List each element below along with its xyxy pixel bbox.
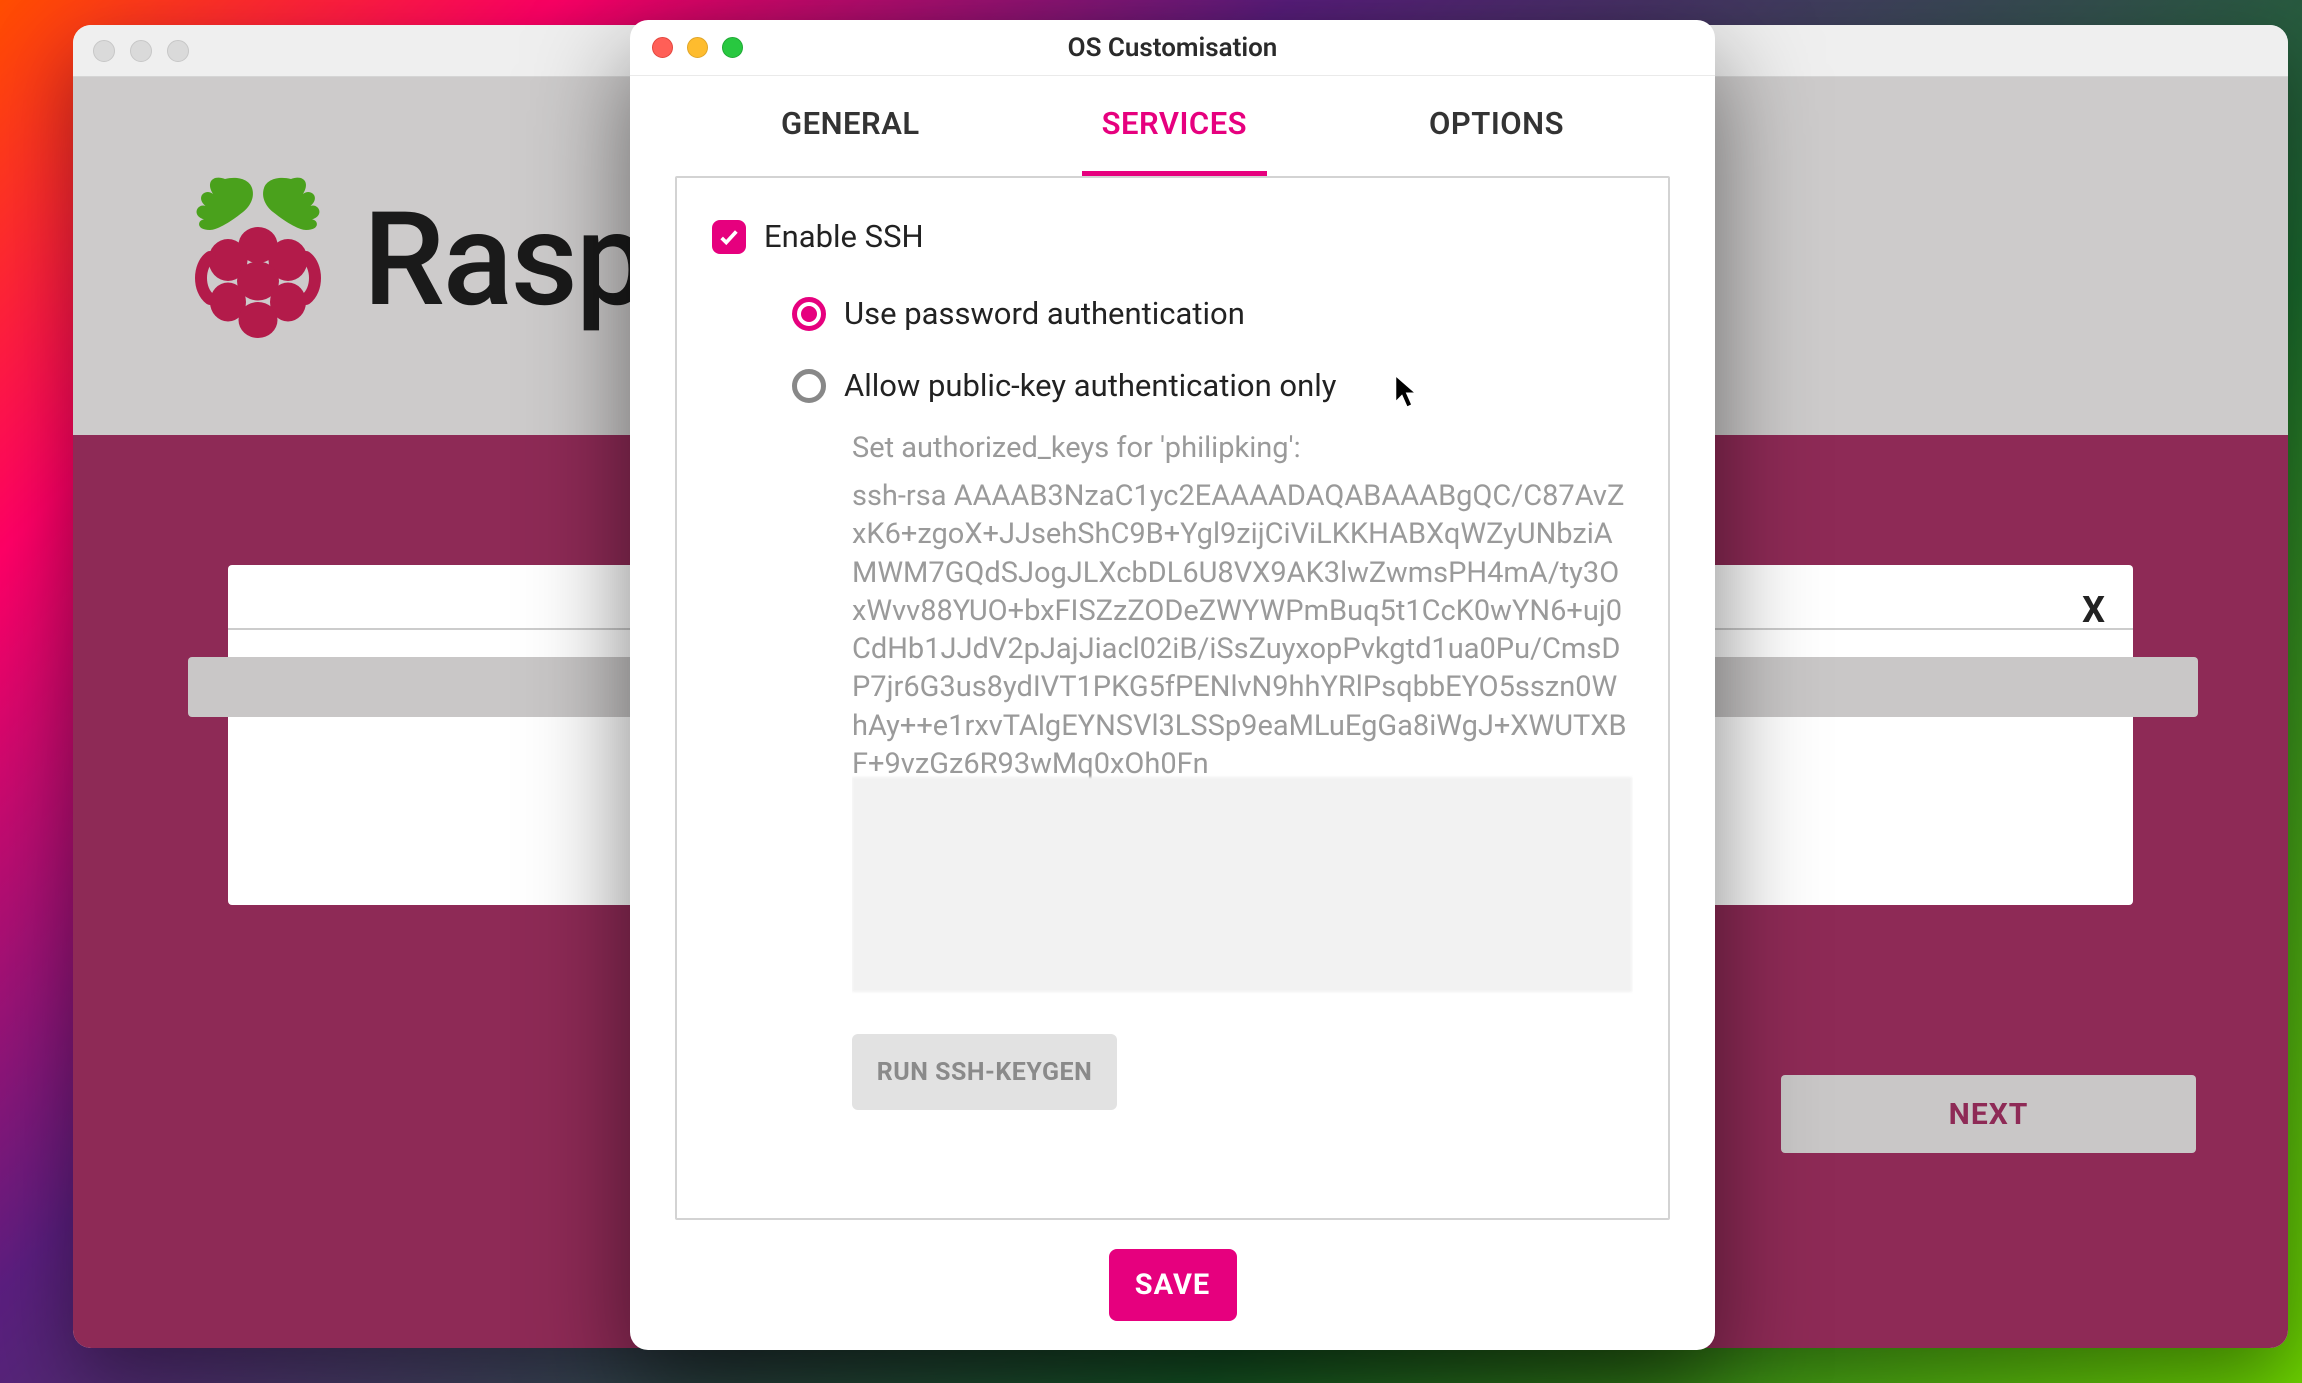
zoom-disabled-icon — [167, 40, 189, 62]
ssh-key-textarea[interactable]: ssh-rsa AAAAB3NzaC1yc2EAAAADAQABAAABgQC/… — [852, 477, 1633, 1014]
authorized-keys-label: Set authorized_keys for 'philipking': — [852, 431, 1633, 465]
modal-traffic-lights — [652, 37, 743, 58]
tab-services[interactable]: SERVICES — [1082, 76, 1268, 176]
next-button-label: NEXT — [1949, 1097, 2029, 1132]
pubkey-auth-label: Allow public-key authentication only — [844, 367, 1336, 404]
close-icon[interactable] — [652, 37, 673, 58]
enable-ssh-label: Enable SSH — [764, 218, 924, 255]
os-customisation-modal: OS Customisation GENERAL SERVICES OPTION… — [630, 20, 1715, 1350]
tab-general-label: GENERAL — [781, 105, 920, 142]
close-button[interactable]: X — [2082, 589, 2105, 631]
tab-bar: GENERAL SERVICES OPTIONS — [630, 76, 1715, 176]
services-panel: Enable SSH Use password authentication A… — [675, 176, 1670, 1220]
run-ssh-keygen-button[interactable]: RUN SSH-KEYGEN — [852, 1034, 1117, 1110]
tab-general[interactable]: GENERAL — [761, 76, 940, 176]
tab-services-label: SERVICES — [1102, 105, 1248, 142]
modal-title: OS Customisation — [1068, 33, 1278, 63]
app-name-text: Rasp — [363, 183, 647, 336]
ssh-key-value: ssh-rsa AAAAB3NzaC1yc2EAAAADAQABAAABgQC/… — [852, 479, 1627, 781]
enable-ssh-row: Enable SSH — [712, 218, 1633, 255]
password-auth-row: Use password authentication — [792, 295, 1633, 332]
save-button[interactable]: SAVE — [1109, 1249, 1237, 1321]
minimize-disabled-icon — [130, 40, 152, 62]
next-button[interactable]: NEXT — [1781, 1075, 2196, 1153]
tab-options[interactable]: OPTIONS — [1409, 76, 1584, 176]
password-auth-radio[interactable] — [792, 297, 826, 331]
imager-traffic-lights — [93, 40, 189, 62]
modal-footer: SAVE — [630, 1220, 1715, 1350]
pubkey-auth-radio[interactable] — [792, 369, 826, 403]
raspberry-pi-icon — [183, 167, 333, 351]
authorized-keys-section: Set authorized_keys for 'philipking': ss… — [852, 431, 1633, 1014]
raspberry-pi-logo: Rasp — [183, 167, 647, 351]
enable-ssh-checkbox[interactable] — [712, 220, 746, 254]
checkmark-icon — [718, 226, 740, 248]
pubkey-auth-row: Allow public-key authentication only — [792, 367, 1633, 404]
tab-options-label: OPTIONS — [1429, 105, 1564, 142]
password-auth-label: Use password authentication — [844, 295, 1245, 332]
ssh-auth-radio-group: Use password authentication Allow public… — [792, 295, 1633, 404]
save-button-label: SAVE — [1135, 1268, 1210, 1302]
run-ssh-keygen-label: RUN SSH-KEYGEN — [877, 1058, 1092, 1087]
zoom-icon[interactable] — [722, 37, 743, 58]
close-disabled-icon — [93, 40, 115, 62]
redacted-key-region — [852, 777, 1632, 992]
modal-titlebar: OS Customisation — [630, 20, 1715, 76]
minimize-icon[interactable] — [687, 37, 708, 58]
